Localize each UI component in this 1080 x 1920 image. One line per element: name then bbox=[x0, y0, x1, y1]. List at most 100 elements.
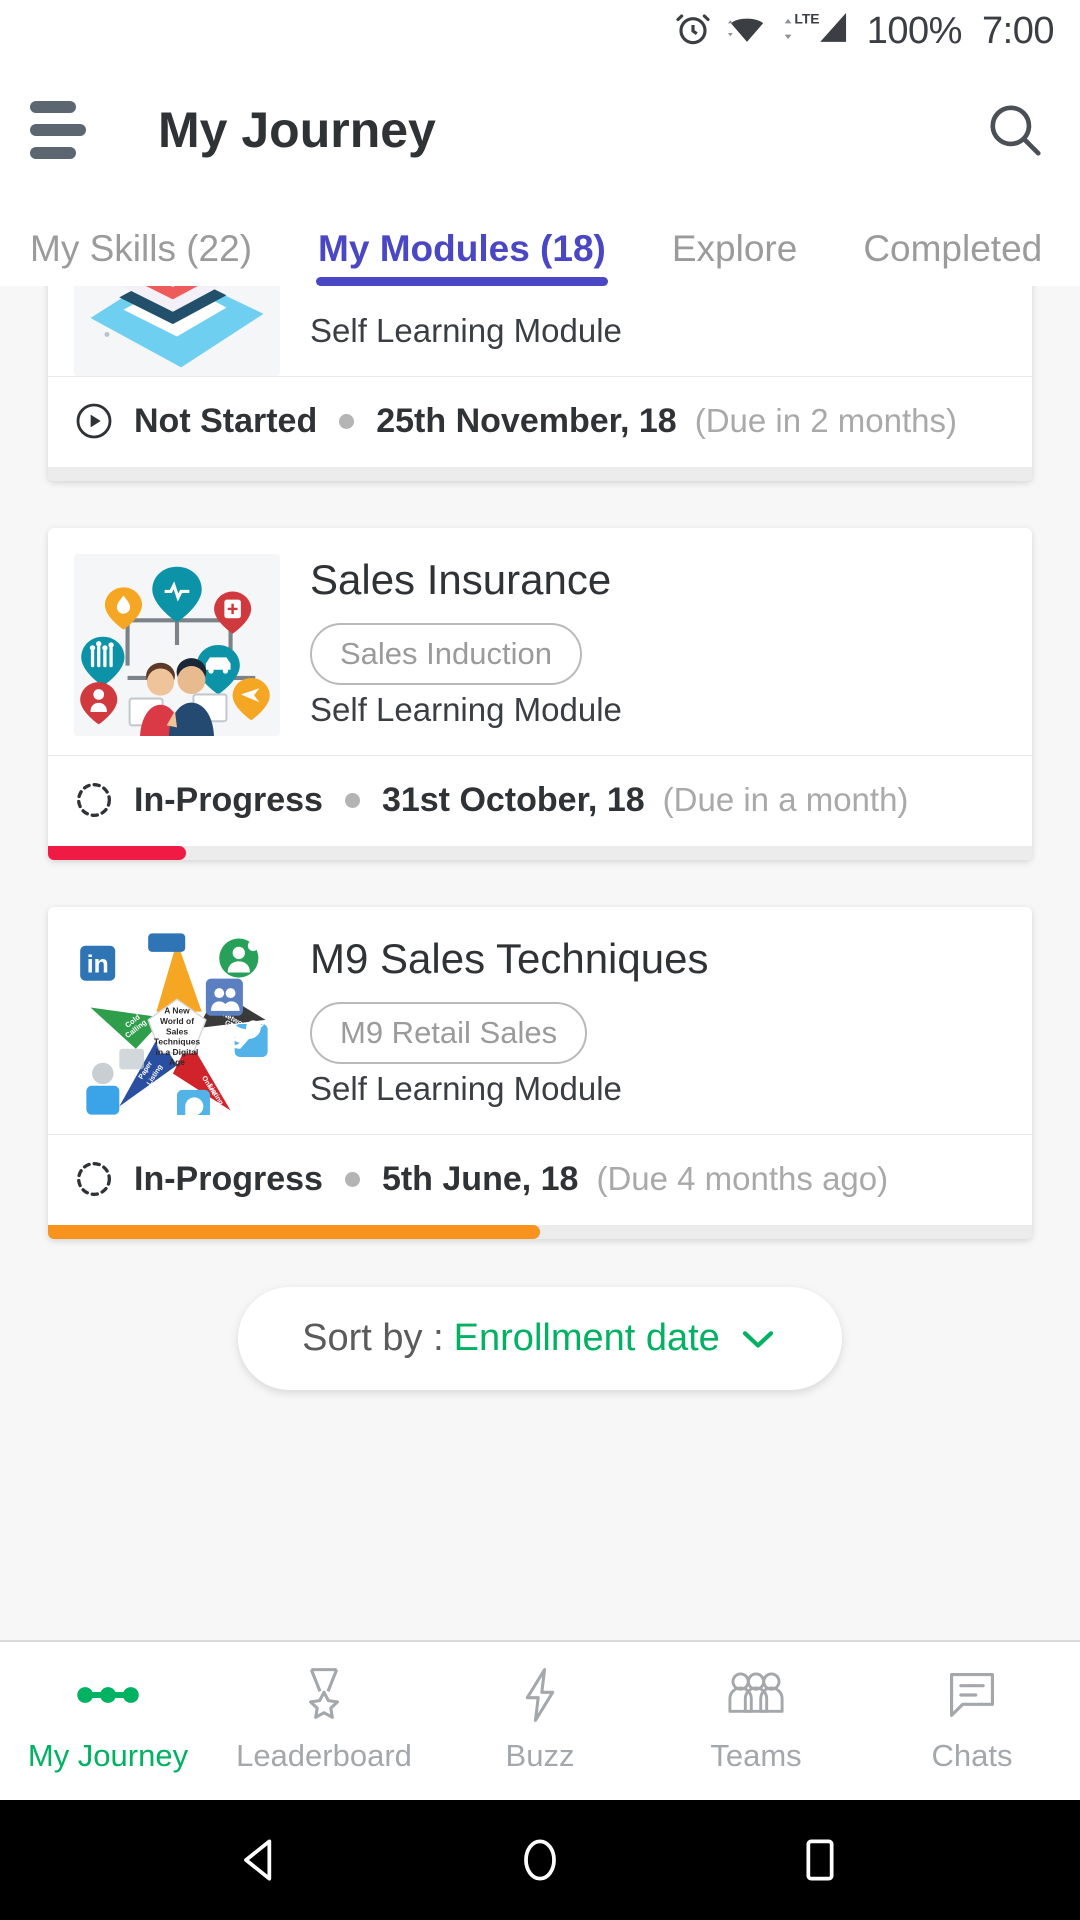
module-card-info: DEI Training Compulsory Self Learning Mo… bbox=[280, 286, 1006, 376]
dashed-circle-icon bbox=[74, 1159, 114, 1199]
nav-item-teams[interactable]: Teams bbox=[648, 1668, 864, 1774]
module-progress-track bbox=[48, 1225, 1032, 1240]
hamburger-line bbox=[30, 101, 76, 113]
module-thumbnail: A New World of Sales Techniques in a Dig… bbox=[74, 933, 280, 1116]
module-due-text: (Due in a month) bbox=[662, 781, 909, 819]
books-graduation-cap-illustration bbox=[74, 286, 280, 376]
module-card-body: DEI Training Compulsory Self Learning Mo… bbox=[48, 286, 1032, 376]
nav-item-leaderboard[interactable]: Leaderboard bbox=[216, 1668, 432, 1774]
nav-item-buzz[interactable]: Buzz bbox=[432, 1668, 648, 1774]
module-status: In-Progress bbox=[134, 1159, 323, 1198]
module-title: Sales Insurance bbox=[310, 556, 612, 603]
tab-my-modules[interactable]: My Modules (18) bbox=[316, 228, 608, 286]
svg-text:LTE: LTE bbox=[794, 10, 819, 26]
module-thumbnail bbox=[74, 286, 280, 376]
app-bar: My Journey bbox=[0, 62, 1080, 198]
module-date: 31st October, 18 bbox=[381, 780, 645, 819]
module-thumbnail bbox=[74, 554, 280, 736]
module-chip[interactable]: Sales Induction bbox=[310, 623, 582, 686]
module-progress-track bbox=[48, 467, 1032, 481]
hamburger-line bbox=[30, 124, 86, 136]
search-icon[interactable] bbox=[984, 99, 1046, 161]
play-circle-icon bbox=[74, 401, 114, 441]
module-card-body: Sales Insurance Sales Induction Self Lea… bbox=[48, 528, 1032, 755]
module-card[interactable]: DEI Training Compulsory Self Learning Mo… bbox=[48, 286, 1032, 481]
module-chip-list: Sales Induction bbox=[310, 623, 1006, 686]
svg-text:in a Digital: in a Digital bbox=[156, 1047, 199, 1057]
module-date: 5th June, 18 bbox=[381, 1159, 579, 1198]
module-due-text: (Due in 2 months) bbox=[694, 402, 957, 439]
sales-techniques-star-diagram: A New World of Sales Techniques in a Dig… bbox=[74, 933, 280, 1116]
sort-by-button[interactable]: Sort by : Enrollment date bbox=[238, 1287, 842, 1391]
page-title: My Journey bbox=[158, 102, 436, 158]
sort-selected-value: Enrollment date bbox=[453, 1317, 720, 1360]
status-bar-icons: LTE bbox=[673, 8, 853, 55]
bottom-navigation-bar: My Journey Leaderboard Buzz Teams Chats bbox=[0, 1640, 1080, 1800]
module-card[interactable]: Sales Insurance Sales Induction Self Lea… bbox=[48, 528, 1032, 861]
alarm-icon bbox=[673, 9, 713, 54]
module-progress-fill bbox=[48, 1225, 540, 1240]
module-subtitle: Self Learning Module bbox=[310, 1070, 622, 1108]
module-due-text: (Due 4 months ago) bbox=[596, 1160, 889, 1198]
lte-signal-icon: LTE bbox=[781, 8, 853, 55]
module-date: 25th November, 18 bbox=[376, 401, 677, 440]
module-status: Not Started bbox=[134, 401, 318, 440]
insurance-icons-couple-illustration bbox=[74, 554, 280, 736]
home-circle-icon[interactable] bbox=[512, 1832, 568, 1888]
separator-dot bbox=[344, 1171, 360, 1187]
back-triangle-icon[interactable] bbox=[232, 1832, 288, 1888]
svg-text:in: in bbox=[87, 952, 109, 979]
module-progress-track bbox=[48, 846, 1032, 861]
wifi-icon bbox=[726, 9, 768, 54]
people-group-icon bbox=[727, 1668, 785, 1722]
recents-square-icon[interactable] bbox=[792, 1832, 848, 1888]
svg-text:Techniques: Techniques bbox=[154, 1037, 201, 1047]
android-system-navigation-bar bbox=[0, 1800, 1080, 1920]
module-subtitle: Self Learning Module bbox=[310, 312, 622, 349]
module-card[interactable]: A New World of Sales Techniques in a Dig… bbox=[48, 907, 1032, 1240]
module-card-footer: In-Progress 31st October, 18 (Due in a m… bbox=[48, 755, 1032, 846]
module-chip-list: M9 Retail Sales bbox=[310, 1002, 1006, 1065]
module-card-info: Sales Insurance Sales Induction Self Lea… bbox=[280, 554, 1006, 755]
hamburger-menu-icon[interactable] bbox=[30, 101, 86, 159]
svg-text:Age: Age bbox=[169, 1057, 185, 1067]
journey-dots-icon bbox=[73, 1668, 143, 1722]
tab-explore[interactable]: Explore bbox=[672, 228, 797, 286]
module-status: In-Progress bbox=[134, 780, 323, 819]
hamburger-line bbox=[30, 147, 76, 159]
chevron-down-icon[interactable] bbox=[738, 1326, 778, 1352]
tab-completed[interactable]: Completed bbox=[863, 228, 1042, 286]
separator-dot bbox=[339, 413, 355, 429]
module-subtitle: Self Learning Module bbox=[310, 691, 622, 729]
separator-dot bbox=[344, 792, 360, 808]
module-chip[interactable]: M9 Retail Sales bbox=[310, 1002, 588, 1065]
svg-text:A New: A New bbox=[164, 1006, 190, 1016]
battery-percentage: 100% bbox=[866, 9, 963, 52]
sort-label: Sort by : bbox=[302, 1317, 444, 1360]
module-card-body: A New World of Sales Techniques in a Dig… bbox=[48, 907, 1032, 1134]
tab-my-skills[interactable]: My Skills (22) bbox=[30, 228, 252, 286]
app-screen: LTE 100% 7:00 My Journey My Skills (22) … bbox=[0, 0, 1080, 1920]
sort-control-wrapper: Sort by : Enrollment date bbox=[0, 1287, 1080, 1391]
module-card-footer: Not Started 25th November, 18 (Due in 2 … bbox=[48, 376, 1032, 467]
lightning-bolt-icon bbox=[518, 1668, 562, 1722]
nav-label-leaderboard: Leaderboard bbox=[236, 1738, 412, 1773]
dashed-circle-icon bbox=[74, 780, 114, 820]
status-bar: LTE 100% 7:00 bbox=[0, 0, 1080, 62]
status-bar-battery-time: 100% 7:00 bbox=[866, 9, 1055, 53]
module-title: M9 Sales Techniques bbox=[310, 935, 709, 983]
module-list-scroll-area[interactable]: DEI Training Compulsory Self Learning Mo… bbox=[0, 286, 1080, 1640]
module-card-footer: In-Progress 5th June, 18 (Due 4 months a… bbox=[48, 1134, 1032, 1225]
nav-label-my-journey: My Journey bbox=[27, 1738, 189, 1773]
clock-time: 7:00 bbox=[982, 9, 1054, 52]
speech-bubble-icon bbox=[946, 1668, 998, 1722]
nav-label-teams: Teams bbox=[710, 1738, 802, 1773]
module-card-info: M9 Sales Techniques M9 Retail Sales Self… bbox=[280, 933, 1006, 1134]
svg-text:World of: World of bbox=[160, 1016, 194, 1026]
nav-item-my-journey[interactable]: My Journey bbox=[0, 1668, 216, 1774]
tab-bar: My Skills (22) My Modules (18) Explore C… bbox=[0, 198, 1080, 286]
nav-label-chats: Chats bbox=[931, 1738, 1013, 1773]
nav-item-chats[interactable]: Chats bbox=[864, 1668, 1080, 1774]
nav-label-buzz: Buzz bbox=[505, 1738, 575, 1773]
medal-icon bbox=[299, 1668, 349, 1722]
